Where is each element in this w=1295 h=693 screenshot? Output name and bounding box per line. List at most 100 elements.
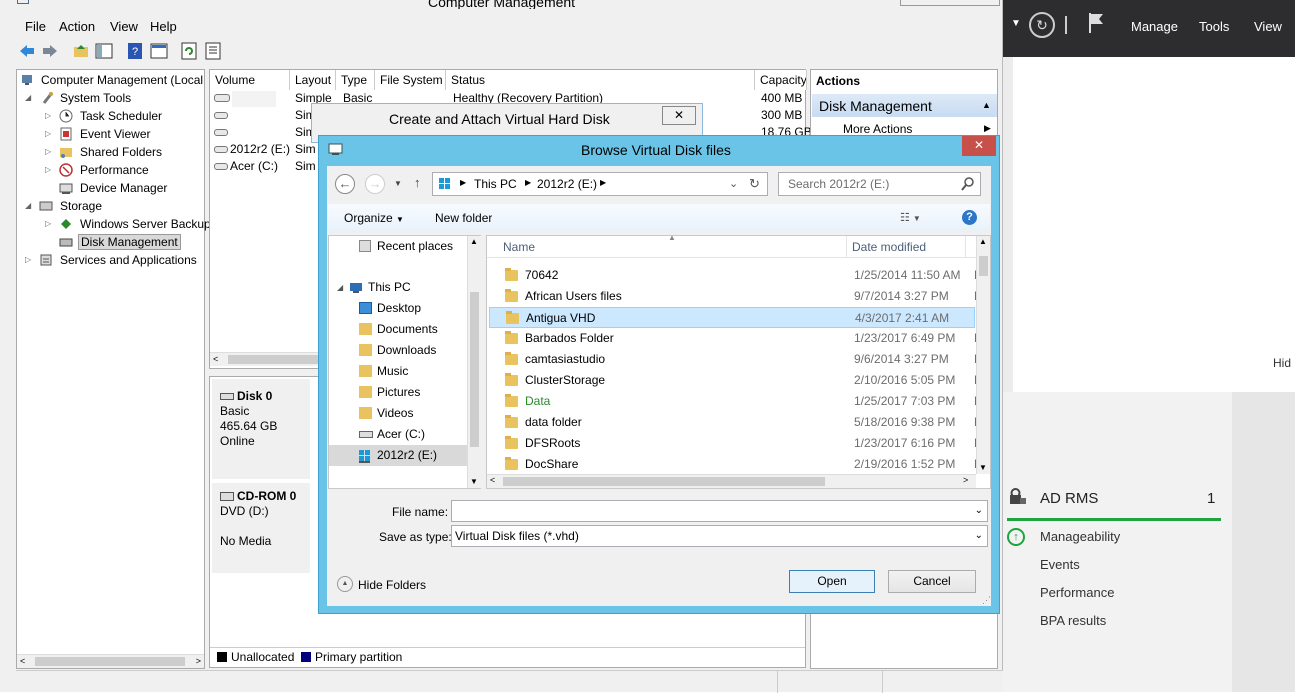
refresh-icon[interactable]: ↻ <box>749 176 760 192</box>
create-attach-close-button[interactable]: ✕ <box>662 106 696 125</box>
address-dropdown-icon[interactable]: ⌄ <box>729 177 738 190</box>
nav-documents[interactable]: Documents <box>329 319 467 340</box>
scroll-left-icon[interactable]: < <box>490 475 495 485</box>
view-menu[interactable]: View <box>1254 19 1282 34</box>
tile-item-manageability[interactable]: Manageability <box>1040 529 1120 544</box>
scroll-down-icon[interactable]: ▼ <box>470 477 478 486</box>
expand-arrow-icon[interactable]: ▷ <box>25 255 35 265</box>
list-item[interactable]: 706421/25/2014 11:50 AMF <box>489 265 981 286</box>
nav-vertical-scrollbar[interactable]: ▲ ▼ <box>467 236 481 488</box>
list-item[interactable]: Data1/25/2017 7:03 PMF <box>489 391 981 412</box>
nav-this-pc[interactable]: ◢ This PC <box>329 277 467 298</box>
list-item[interactable]: ClusterStorage2/10/2016 5:05 PMF <box>489 370 981 391</box>
properties-icon[interactable] <box>150 42 168 60</box>
scroll-left-icon[interactable]: < <box>213 354 218 364</box>
scroll-right-icon[interactable]: > <box>963 475 968 485</box>
scroll-up-icon[interactable]: ▲ <box>979 237 987 246</box>
tree-horizontal-scrollbar[interactable]: < > <box>17 654 204 668</box>
nav-pictures[interactable]: Pictures <box>329 382 467 403</box>
col-date-modified[interactable]: Date modified <box>852 240 926 254</box>
list-item[interactable]: data folder5/18/2016 9:38 PMF <box>489 412 981 433</box>
nav-videos[interactable]: Videos <box>329 403 467 424</box>
back-button[interactable]: ← <box>335 174 355 194</box>
tile-count[interactable]: 1 <box>1207 490 1215 507</box>
tile-title[interactable]: AD RMS <box>1040 490 1098 507</box>
search-box[interactable]: Search 2012r2 (E:) <box>778 172 981 196</box>
dropdown-arrow-icon[interactable]: ⌄ <box>975 501 983 521</box>
up-folder-icon[interactable] <box>72 42 90 60</box>
nav-downloads[interactable]: Downloads <box>329 340 467 361</box>
scroll-right-icon[interactable]: > <box>196 656 201 666</box>
resize-grip-icon[interactable]: ⋰ <box>982 595 991 606</box>
up-arrow-icon[interactable]: ↑ <box>414 175 421 190</box>
list-item[interactable]: Barbados Folder1/23/2017 6:49 PMF <box>489 328 981 349</box>
col-divider[interactable] <box>846 236 847 258</box>
menu-action[interactable]: Action <box>59 19 95 34</box>
cdrom-0-panel[interactable]: CD-ROM 0 DVD (D:) No Media <box>212 483 310 573</box>
expand-arrow-icon[interactable]: ▷ <box>45 111 55 121</box>
scroll-thumb[interactable] <box>228 355 328 364</box>
col-capacity[interactable]: Capacity <box>755 70 807 90</box>
menu-file[interactable]: File <box>25 19 46 34</box>
tile-item-events[interactable]: Events <box>1040 557 1080 572</box>
col-divider[interactable] <box>965 236 966 258</box>
organize-button[interactable]: Organize ▼ <box>344 211 404 225</box>
refresh-icon[interactable] <box>180 42 198 60</box>
forward-button[interactable]: → <box>365 174 385 194</box>
view-options-icon[interactable]: ☷ ▼ <box>900 211 921 224</box>
scroll-up-icon[interactable]: ▲ <box>470 237 478 246</box>
breadcrumb-drive[interactable]: 2012r2 (E:) <box>537 177 597 191</box>
tools-menu[interactable]: Tools <box>1199 19 1229 34</box>
col-status[interactable]: Status <box>446 70 755 90</box>
col-volume[interactable]: Volume <box>210 70 290 90</box>
scroll-left-icon[interactable]: < <box>20 656 25 666</box>
nav-music[interactable]: Music <box>329 361 467 382</box>
nav-recent-places[interactable]: Recent places <box>329 236 467 257</box>
breadcrumb-chevron-icon[interactable]: ▶ <box>525 178 531 187</box>
breadcrumb-this-pc[interactable]: This PC <box>474 177 517 191</box>
list-item[interactable]: African Users files9/7/2014 3:27 PMF <box>489 286 981 307</box>
list-item[interactable]: DFSRoots1/23/2017 6:16 PMF <box>489 433 981 454</box>
disk-0-panel[interactable]: Disk 0 Basic 465.64 GB Online <box>212 379 310 479</box>
tile-item-performance[interactable]: Performance <box>1040 585 1114 600</box>
refresh-icon[interactable]: ↻ <box>1029 12 1055 38</box>
expand-arrow-icon[interactable]: ▷ <box>45 129 55 139</box>
expand-arrow-icon[interactable]: ◢ <box>337 277 343 298</box>
menu-help[interactable]: Help <box>150 19 177 34</box>
cancel-button[interactable]: Cancel <box>888 570 976 593</box>
list-item[interactable]: camtasiastudio9/6/2014 3:27 PMF <box>489 349 981 370</box>
hide-link[interactable]: Hid <box>1273 356 1291 370</box>
forward-arrow-icon[interactable] <box>41 42 59 60</box>
file-name-input[interactable]: ⌄ <box>451 500 988 522</box>
scroll-thumb[interactable] <box>470 292 479 447</box>
tile-item-bpa[interactable]: BPA results <box>1040 613 1106 628</box>
new-folder-button[interactable]: New folder <box>435 211 492 225</box>
notifications-flag-icon[interactable] <box>1088 12 1104 34</box>
breadcrumb-chevron-icon[interactable]: ▶ <box>460 178 466 187</box>
collapse-arrow-icon[interactable]: ◢ <box>25 201 35 211</box>
scroll-thumb[interactable] <box>979 256 988 276</box>
open-button[interactable]: Open <box>789 570 875 593</box>
show-hide-tree-icon[interactable] <box>95 42 113 60</box>
help-icon[interactable]: ? <box>962 210 977 225</box>
nav-e-drive[interactable]: 2012r2 (E:) <box>329 445 467 466</box>
scroll-down-icon[interactable]: ▼ <box>979 463 987 472</box>
col-layout[interactable]: Layout <box>290 70 336 90</box>
export-list-icon[interactable] <box>204 42 222 60</box>
col-file-system[interactable]: File System <box>375 70 446 90</box>
list-item[interactable]: DocShare2/19/2016 1:52 PMF <box>489 454 981 475</box>
files-vertical-scrollbar[interactable]: ▲ ▼ <box>976 236 990 474</box>
files-horizontal-scrollbar[interactable]: < > <box>487 474 976 488</box>
address-bar[interactable]: ▶ This PC ▶ 2012r2 (E:) ▶ ⌄ ↻ <box>432 172 768 196</box>
dialog-close-button[interactable]: ✕ <box>962 136 996 156</box>
nav-desktop[interactable]: Desktop <box>329 298 467 319</box>
recent-locations-icon[interactable]: ▼ <box>394 179 402 188</box>
col-name[interactable]: Name <box>503 240 535 254</box>
expand-arrow-icon[interactable]: ▷ <box>45 147 55 157</box>
dropdown-arrow-icon[interactable]: ⌄ <box>975 526 983 546</box>
expand-arrow-icon[interactable]: ▷ <box>45 165 55 175</box>
col-type[interactable]: Type <box>336 70 375 90</box>
help-icon[interactable]: ? <box>126 42 144 60</box>
list-item[interactable]: Antigua VHD4/3/2017 2:41 AMF <box>489 307 982 328</box>
menu-view[interactable]: View <box>110 19 138 34</box>
